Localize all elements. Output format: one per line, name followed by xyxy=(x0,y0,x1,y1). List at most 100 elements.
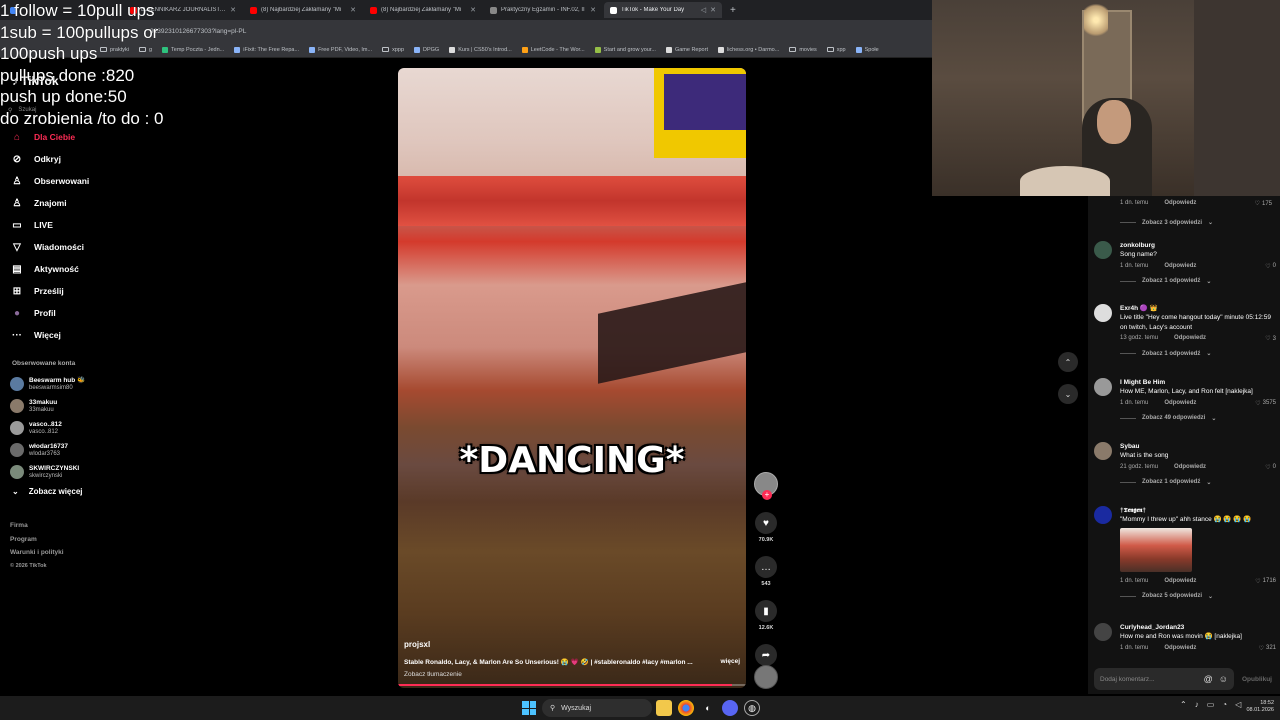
view-replies-button[interactable]: Zobacz 1 odpowiedź ⌄ xyxy=(1120,350,1276,357)
sound-avatar[interactable] xyxy=(754,665,778,689)
bookmark[interactable]: movies xyxy=(789,47,817,53)
footer-link[interactable]: Warunki i polityki xyxy=(10,546,64,560)
footer-link[interactable]: Program xyxy=(10,533,64,547)
close-tab-icon[interactable]: ✕ xyxy=(470,6,476,14)
comment-username[interactable]: zonkolburg xyxy=(1120,241,1276,250)
network-icon[interactable]: ◔ xyxy=(1222,700,1227,709)
bookmark[interactable]: Temp Poczta - Jedn... xyxy=(162,46,224,53)
bookmark[interactable]: Free PDF, Video, Im... xyxy=(309,46,372,53)
previous-video-button[interactable]: ⌃ xyxy=(1058,352,1078,372)
browser-tab[interactable]: (8) Najbardziej Zakłamany "Mi ✕ xyxy=(364,2,482,18)
browser-tab[interactable]: (8) Najbardziej Zakłamany "Mi ✕ xyxy=(244,2,362,18)
reply-button[interactable]: Odpowiedz xyxy=(1174,464,1206,470)
bookmark[interactable]: Kurs | CS50's Introd... xyxy=(449,46,512,53)
avatar[interactable] xyxy=(1094,506,1112,524)
new-tab-button[interactable]: + xyxy=(724,5,742,16)
following-account[interactable]: vasco..812 vasco..812 xyxy=(10,417,85,439)
following-account[interactable]: SKWIRCZYNSKI skwirczynski xyxy=(10,461,85,483)
view-replies-button[interactable]: Zobacz 5 odpowiedzi ⌄ xyxy=(1120,593,1276,600)
sidebar-item-wiecej[interactable]: ··· Więcej xyxy=(10,324,170,346)
microphone-icon[interactable]: ♪ xyxy=(1195,700,1199,709)
tray-chevron-icon[interactable]: ⌃ xyxy=(1180,700,1187,709)
footer-link[interactable]: Firma xyxy=(10,519,64,533)
next-video-button[interactable]: ⌄ xyxy=(1058,384,1078,404)
reply-button[interactable]: Odpowiedz xyxy=(1164,400,1196,406)
follow-plus-icon[interactable]: + xyxy=(762,490,772,500)
comment-image[interactable] xyxy=(1120,527,1192,572)
avatar[interactable] xyxy=(1094,304,1112,322)
post-comment-button[interactable]: Opublikuj xyxy=(1242,676,1272,683)
more-link[interactable]: więcej xyxy=(720,658,740,666)
sidebar-item-odkryj[interactable]: ⊘ Odkryj xyxy=(10,148,170,170)
comment-button[interactable]: … 543 xyxy=(752,556,780,587)
reply-button[interactable]: Odpowiedz xyxy=(1164,200,1196,206)
creator-avatar[interactable]: + xyxy=(754,472,778,500)
bookmark[interactable]: xppp xyxy=(382,47,404,53)
reply-button[interactable]: Odpowiedz xyxy=(1164,645,1196,651)
reply-button[interactable]: Odpowiedz xyxy=(1164,263,1196,269)
comment-input[interactable]: Dodaj komentarz... @ ☺ xyxy=(1094,668,1234,690)
bookmark[interactable]: iFixit: The Free Repa... xyxy=(234,46,299,53)
sidebar-item-dla-ciebie[interactable]: ⌂ Dla Ciebie xyxy=(10,126,170,148)
file-explorer-icon[interactable] xyxy=(656,700,672,716)
obs-icon[interactable]: ◍ xyxy=(744,700,760,716)
close-tab-icon[interactable]: ✕ xyxy=(350,6,356,14)
following-account[interactable]: 33makuu 33makuu xyxy=(10,395,85,417)
view-replies-button[interactable]: Zobacz 3 odpowiedzi ⌄ xyxy=(1120,219,1213,226)
like-button[interactable]: ♡ 3 xyxy=(1265,335,1276,343)
bookmark[interactable]: Start and grow your... xyxy=(594,46,656,53)
like-button[interactable]: ♡ 3575 xyxy=(1255,400,1276,407)
close-tab-icon[interactable]: ✕ xyxy=(230,6,236,14)
sidebar-item-wiadomosci[interactable]: ▽ Wiadomości xyxy=(10,236,170,258)
view-replies-button[interactable]: Zobacz 1 odpowiedź ⌄ xyxy=(1120,479,1276,486)
app-icon[interactable]: ◐ xyxy=(700,700,716,716)
comment-username[interactable]: I Might Be Him xyxy=(1120,378,1276,387)
sidebar-item-przeslij[interactable]: ⊞ Prześlij xyxy=(10,280,170,302)
like-button[interactable]: ♡ 1716 xyxy=(1255,578,1276,585)
avatar[interactable] xyxy=(1094,241,1112,259)
taskbar-clock[interactable]: 18:52 08.01.2026 xyxy=(1238,700,1274,714)
chrome-icon[interactable] xyxy=(678,700,694,716)
bookmark[interactable]: Game Report xyxy=(665,46,708,53)
bookmark[interactable]: lichess.org • Darmo... xyxy=(717,46,779,53)
following-account[interactable]: włodar16737 wlodar3763 xyxy=(10,439,85,461)
comment-username[interactable]: Curlyhead_Jordan23 xyxy=(1120,623,1276,632)
save-button[interactable]: ▮ 12.6K xyxy=(752,600,780,631)
view-replies-button[interactable]: Zobacz 1 odpowiedź ⌄ xyxy=(1120,278,1276,285)
bookmark[interactable]: DPGG xyxy=(414,46,439,53)
mention-icon[interactable]: @ xyxy=(1204,674,1213,684)
avatar[interactable] xyxy=(1094,378,1112,396)
avatar[interactable] xyxy=(1094,442,1112,460)
emoji-icon[interactable]: ☺ xyxy=(1219,674,1228,684)
video-player[interactable]: *DANCING* projsxl Stable Ronaldo, Lacy, … xyxy=(398,68,746,688)
sidebar-item-aktywnosc[interactable]: ▤ Aktywność xyxy=(10,258,170,280)
sidebar-item-profil[interactable]: ● Profil xyxy=(10,302,170,324)
taskbar-search[interactable]: ⚲ Wyszukaj xyxy=(542,699,652,717)
like-button[interactable]: ♡ 0 xyxy=(1265,263,1276,270)
like-button[interactable]: ♡ 0 xyxy=(1265,464,1276,471)
battery-icon[interactable]: ▭ xyxy=(1207,700,1215,709)
view-replies-button[interactable]: Zobacz 49 odpowiedzi ⌄ xyxy=(1120,415,1276,422)
following-account[interactable]: Beeswarm hub 🐝 beeswarmsim80 xyxy=(10,373,85,395)
like-button[interactable]: ♡ 321 xyxy=(1259,645,1276,652)
comment-username[interactable]: †𝕿𝖊𝖓𝖌𝖊𝖓† xyxy=(1120,506,1276,515)
windows-start-icon[interactable] xyxy=(522,701,536,715)
translate-link[interactable]: Zobacz tłumaczenie xyxy=(404,671,462,678)
sidebar-item-znajomi[interactable]: ♙ Znajomi xyxy=(10,192,170,214)
mute-tab-icon[interactable]: ◁ xyxy=(701,6,706,14)
see-more-button[interactable]: ⌄ Zobacz więcej xyxy=(12,487,83,496)
sidebar-item-live[interactable]: ▭ LIVE xyxy=(10,214,170,236)
bookmark[interactable]: xpp xyxy=(826,47,846,53)
bookmark[interactable]: LeetCode - The Wor... xyxy=(521,46,585,53)
video-progress-bar[interactable] xyxy=(398,684,746,686)
sidebar-item-obserwowani[interactable]: ♙ Obserwowani xyxy=(10,170,170,192)
like-button[interactable]: ♥ 70.9K xyxy=(752,512,780,543)
video-author[interactable]: projsxl xyxy=(404,640,430,649)
browser-tab-active[interactable]: TikTok - Make Your Day ◁ ✕ xyxy=(604,2,722,18)
avatar[interactable] xyxy=(1094,623,1112,641)
reply-button[interactable]: Odpowiedz xyxy=(1174,335,1206,341)
browser-tab[interactable]: Praktyczny Egzamin - INF.02, II ✕ xyxy=(484,2,602,18)
close-tab-icon[interactable]: ✕ xyxy=(710,6,716,14)
bookmark[interactable]: Społe xyxy=(855,46,879,53)
reply-button[interactable]: Odpowiedz xyxy=(1164,578,1196,584)
